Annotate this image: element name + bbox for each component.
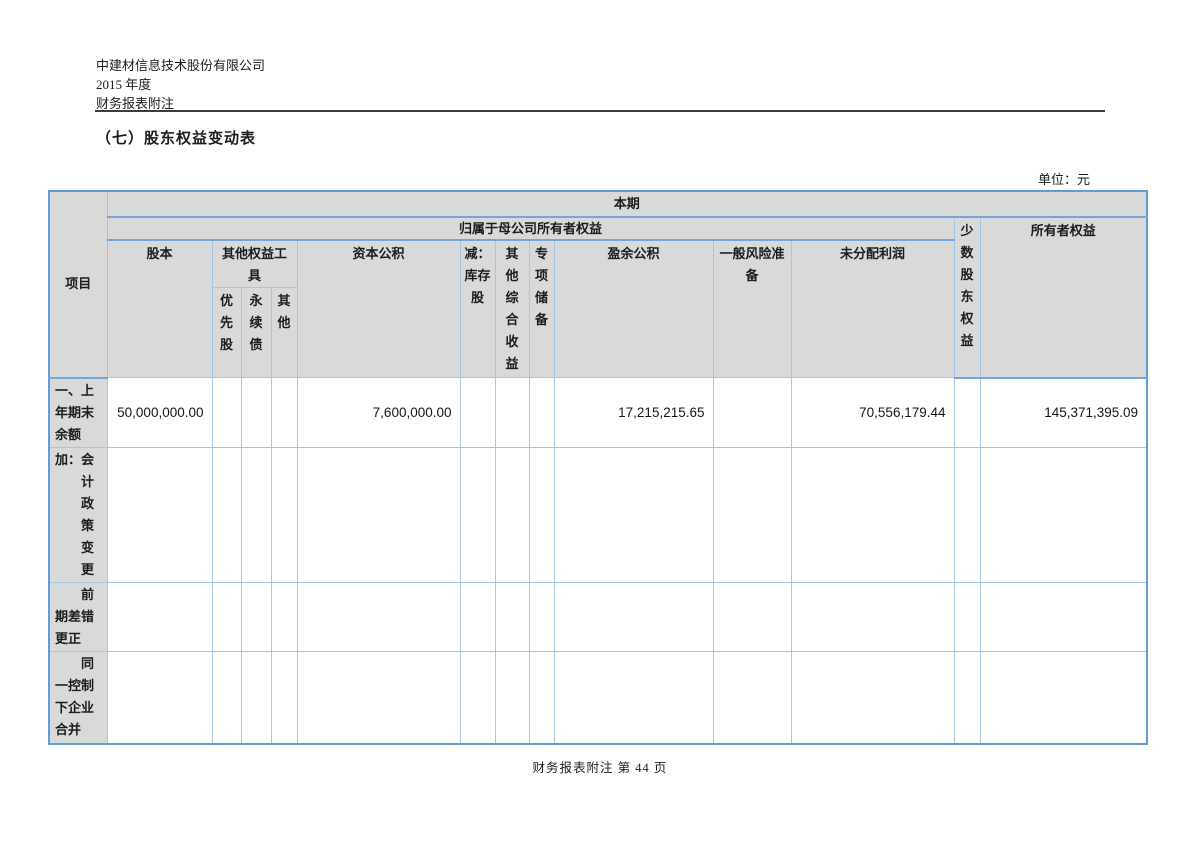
capital-reserve-header: 资本公积 [297, 240, 460, 378]
section-title: （七）股东权益变动表 [96, 127, 256, 148]
company-name: 中建材信息技术股份有限公司 [96, 56, 265, 75]
equity-change-table: 项目 本期 归属于母公司所有者权益 少 数 股 东 权 益 所有者权益 股本 其… [48, 190, 1148, 745]
cell-capital-reserve: 7,600,000.00 [297, 378, 460, 448]
cell-general-risk-reserve [713, 448, 791, 583]
cell-treasury-stock [460, 652, 495, 744]
fiscal-year: 2015 年度 [96, 75, 265, 94]
minority-interest-header: 少 数 股 东 权 益 [954, 217, 980, 378]
cell-undistributed-profit [791, 583, 954, 652]
cell-share-capital [107, 583, 212, 652]
table-row-prior-period-error-correction: 前 期差错 更正 [49, 583, 1147, 652]
other-comprehensive-income-header: 其 他 综 合 收 益 [495, 240, 529, 378]
general-risk-reserve-header: 一般风险准 备 [713, 240, 791, 378]
table-row-opening-balance: 一、上 年期末 余额 50,000,000.00 7,600,000.00 17… [49, 378, 1147, 448]
cell-surplus-reserve: 17,215,215.65 [554, 378, 713, 448]
cell-treasury-stock [460, 448, 495, 583]
cell-capital-reserve [297, 448, 460, 583]
cell-minority-interest [954, 583, 980, 652]
header-divider [95, 110, 1105, 112]
share-capital-header: 股本 [107, 240, 212, 378]
cell-oci [495, 583, 529, 652]
cell-surplus-reserve [554, 583, 713, 652]
cell-total-owners-equity [980, 448, 1147, 583]
cell-perpetual-bonds [241, 448, 271, 583]
cell-oci [495, 378, 529, 448]
cell-oci [495, 448, 529, 583]
cell-special-reserve [529, 652, 554, 744]
parent-company-equity-header: 归属于母公司所有者权益 [107, 217, 954, 240]
preferred-shares-header: 优 先 股 [212, 288, 241, 378]
item-column-header: 项目 [49, 191, 107, 378]
cell-general-risk-reserve [713, 652, 791, 744]
cell-surplus-reserve [554, 448, 713, 583]
cell-treasury-stock [460, 378, 495, 448]
other-instruments-header: 其 他 [271, 288, 297, 378]
undistributed-profit-header: 未分配利润 [791, 240, 954, 378]
unit-label: 单位：元 [1038, 169, 1090, 188]
cell-capital-reserve [297, 583, 460, 652]
cell-other-instruments [271, 652, 297, 744]
cell-general-risk-reserve [713, 378, 791, 448]
cell-perpetual-bonds [241, 378, 271, 448]
cell-total-owners-equity: 145,371,395.09 [980, 378, 1147, 448]
cell-minority-interest [954, 652, 980, 744]
less-treasury-stock-header: 减： 库存 股 [460, 240, 495, 378]
cell-general-risk-reserve [713, 583, 791, 652]
row-label: 同 一控制 下企业 合并 [49, 652, 107, 744]
cell-capital-reserve [297, 652, 460, 744]
cell-perpetual-bonds [241, 583, 271, 652]
total-owners-equity-header: 所有者权益 [980, 217, 1147, 378]
cell-other-instruments [271, 448, 297, 583]
surplus-reserve-header: 盈余公积 [554, 240, 713, 378]
table-row-accounting-policy-change: 加：会 计 政 策 变 更 [49, 448, 1147, 583]
cell-other-instruments [271, 583, 297, 652]
cell-undistributed-profit: 70,556,179.44 [791, 378, 954, 448]
cell-special-reserve [529, 378, 554, 448]
cell-preferred-shares [212, 378, 241, 448]
cell-share-capital [107, 652, 212, 744]
perpetual-bonds-header: 永 续 债 [241, 288, 271, 378]
period-header: 本期 [107, 191, 1147, 217]
cell-total-owners-equity [980, 583, 1147, 652]
table-row-business-combination-common-control: 同 一控制 下企业 合并 [49, 652, 1147, 744]
header-row-period: 项目 本期 [49, 191, 1147, 217]
cell-treasury-stock [460, 583, 495, 652]
cell-undistributed-profit [791, 448, 954, 583]
cell-oci [495, 652, 529, 744]
special-reserve-header: 专 项 储 备 [529, 240, 554, 378]
cell-perpetual-bonds [241, 652, 271, 744]
cell-special-reserve [529, 583, 554, 652]
cell-preferred-shares [212, 448, 241, 583]
header-row-group: 归属于母公司所有者权益 少 数 股 东 权 益 所有者权益 [49, 217, 1147, 240]
cell-preferred-shares [212, 652, 241, 744]
other-equity-group-header: 其他权益工 具 [212, 240, 297, 288]
cell-surplus-reserve [554, 652, 713, 744]
cell-preferred-shares [212, 583, 241, 652]
cell-share-capital [107, 448, 212, 583]
cell-share-capital: 50,000,000.00 [107, 378, 212, 448]
cell-minority-interest [954, 378, 980, 448]
cell-undistributed-profit [791, 652, 954, 744]
cell-other-instruments [271, 378, 297, 448]
page-footer: 财务报表附注 第 44 页 [0, 757, 1200, 776]
cell-total-owners-equity [980, 652, 1147, 744]
row-label: 一、上 年期末 余额 [49, 378, 107, 448]
cell-special-reserve [529, 448, 554, 583]
cell-minority-interest [954, 448, 980, 583]
row-label: 前 期差错 更正 [49, 583, 107, 652]
page-header: 中建材信息技术股份有限公司 2015 年度 财务报表附注 [96, 56, 265, 113]
row-label: 加：会 计 政 策 变 更 [49, 448, 107, 583]
